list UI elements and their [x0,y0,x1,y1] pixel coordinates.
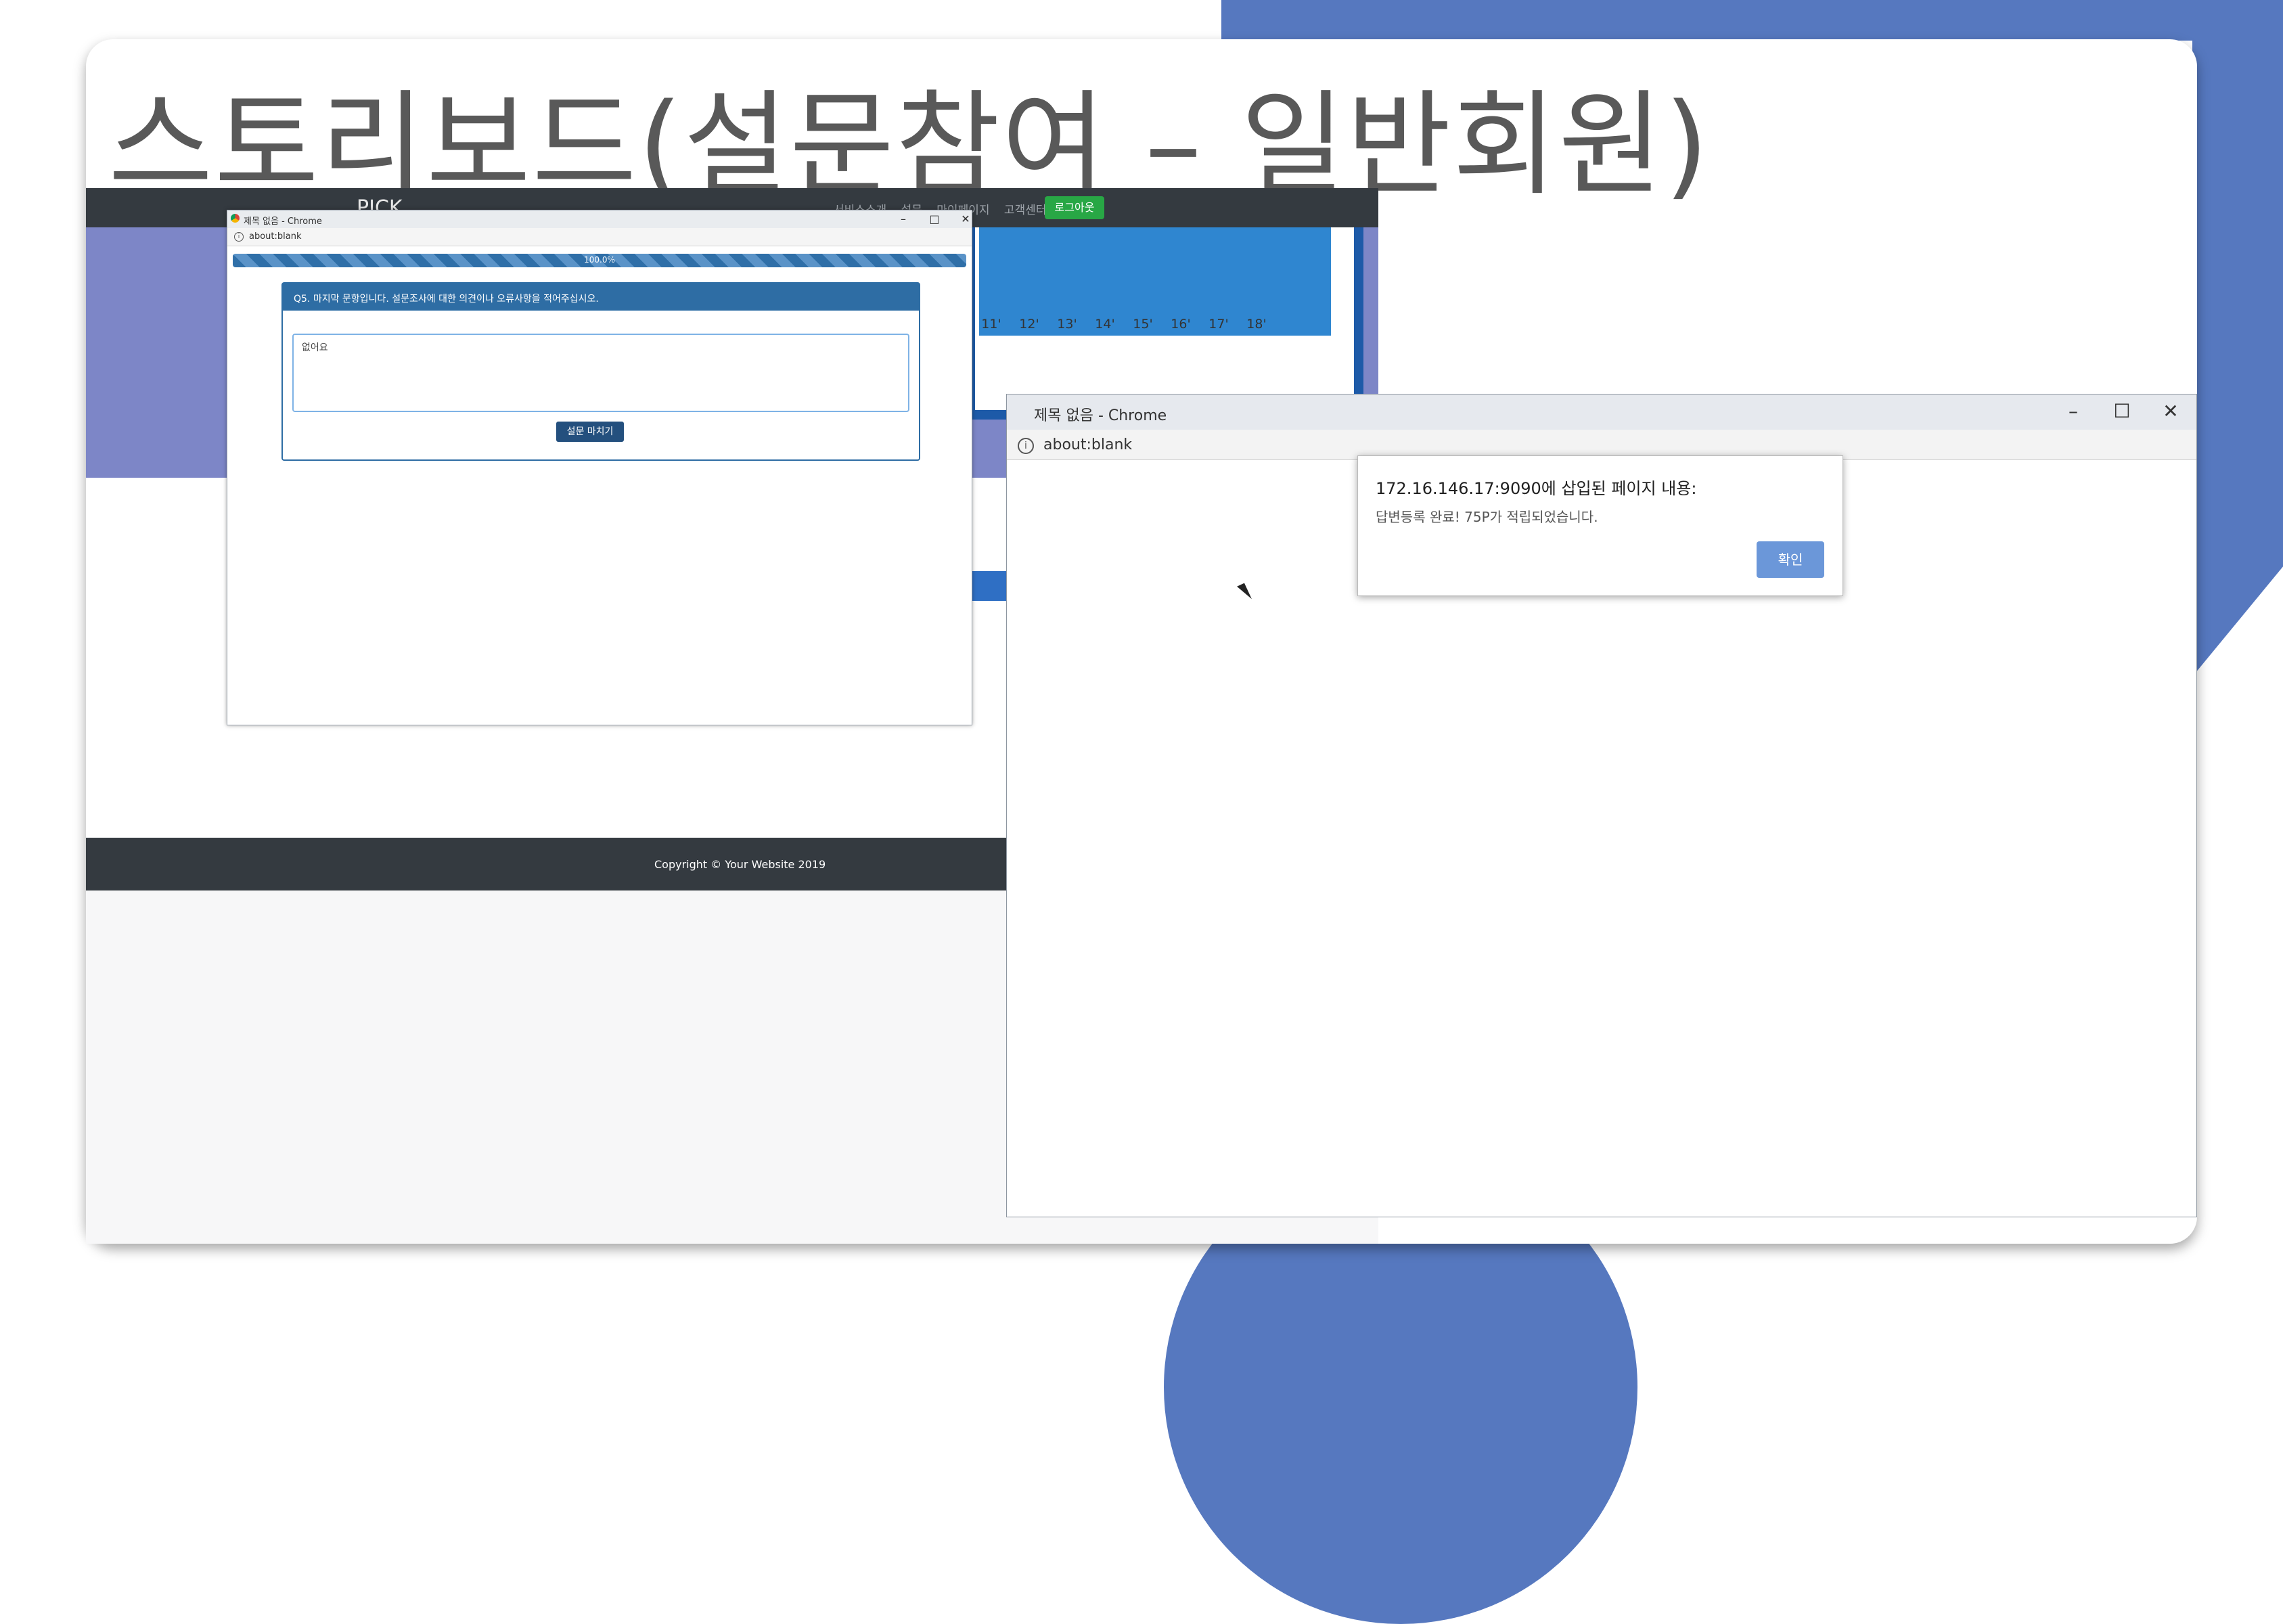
finish-survey-button[interactable]: 설문 마치기 [556,422,624,442]
survey-progress-bar: 100.0% [233,254,966,267]
popup-title: 제목 없음 - Chrome [244,217,322,227]
copyright-text: Copyright © Your Website 2019 [654,858,826,871]
chart-label: 13' [1057,317,1077,332]
answer-textarea[interactable]: 없어요 [292,334,909,412]
chart-label: 18' [1246,317,1267,332]
popup-title: 제목 없음 - Chrome [1034,407,1167,424]
dialog-message: 답변등록 완료! 75P가 적립되었습니다. [1376,509,1598,525]
dialog-heading: 172.16.146.17:9090에 삽입된 페이지 내용: [1376,479,1697,498]
url-text[interactable]: about:blank [249,231,302,242]
answer-value: 없어요 [302,342,328,353]
window-controls: – ☐ ✕ [2049,400,2195,422]
maximize-icon[interactable]: □ [919,212,950,225]
info-icon[interactable]: i [1018,438,1034,454]
question-text: Q5. 마지막 문항입니다. 설문조사에 대한 의견이나 오류사항을 적어주십시… [294,294,599,304]
chart-label: 15' [1133,317,1153,332]
site-footer [86,838,1006,890]
url-text[interactable]: about:blank [1043,436,1132,453]
question-header: Q5. 마지막 문항입니다. 설문조사에 대한 의견이나 오류사항을 적어주십시… [283,284,919,311]
survey-popup-window: 제목 없음 - Chrome – □ ✕ i about:blank 100.0% … [227,210,972,725]
background-cut [2192,562,2283,1286]
popup-titlebar[interactable]: 제목 없음 - Chrome – □ ✕ [227,210,972,228]
chart-label: 14' [1095,317,1115,332]
question-panel: Q5. 마지막 문항입니다. 설문조사에 대한 의견이나 오류사항을 적어주십시… [281,282,920,461]
minimize-icon[interactable]: – [2049,400,2098,422]
chart-label: 11' [981,317,1001,332]
alert-dialog: 172.16.146.17:9090에 삽입된 페이지 내용: 답변등록 완료!… [1357,455,1843,596]
info-icon[interactable]: i [234,232,244,242]
chart-label: 12' [1019,317,1039,332]
address-bar: i about:blank [227,228,972,246]
chart-label: 16' [1171,317,1191,332]
chrome-icon [231,214,240,223]
nav-link-support[interactable]: 고객센터 [1004,204,1047,217]
close-icon[interactable]: ✕ [2146,400,2195,422]
window-controls: – □ ✕ [888,212,981,225]
close-icon[interactable]: ✕ [950,212,981,225]
progress-label: 100.0% [584,255,615,265]
mouse-cursor-icon [1237,583,1252,603]
ok-button[interactable]: 확인 [1757,541,1824,578]
hero-chart-labels: 11' 12' 13' 14' 15' 16' 17' 18' [972,317,1275,332]
logout-button[interactable]: 로그아웃 [1045,196,1104,219]
popup-titlebar[interactable]: 제목 없음 - Chrome – ☐ ✕ [1007,394,2196,430]
chart-label: 17' [1208,317,1229,332]
maximize-icon[interactable]: ☐ [2098,400,2146,422]
minimize-icon[interactable]: – [888,212,919,225]
background-band [1221,0,2283,41]
